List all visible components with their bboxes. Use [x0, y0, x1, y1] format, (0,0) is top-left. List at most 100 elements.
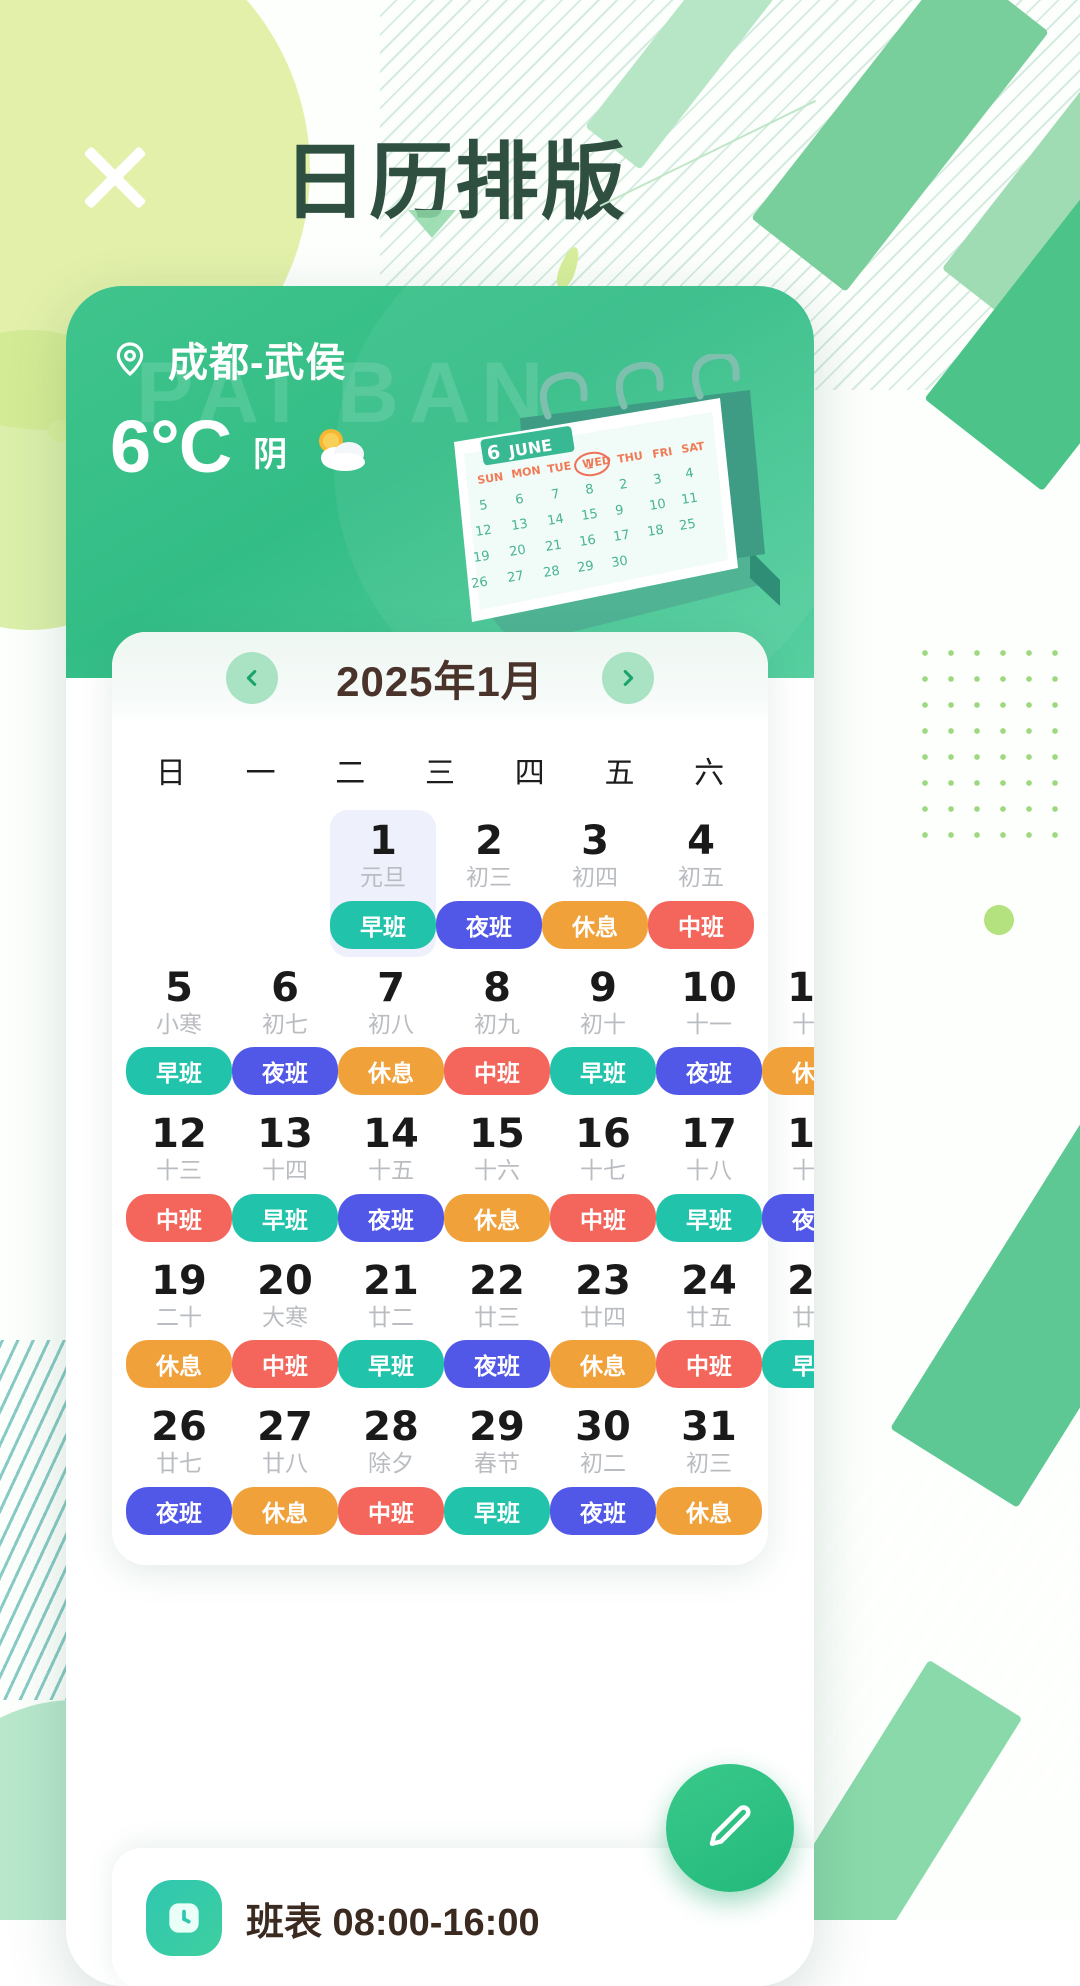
day-number: 31: [681, 1404, 737, 1451]
calendar-day-cell[interactable]: 30 初二 夜班: [550, 1396, 656, 1543]
calendar-day-cell[interactable]: 9 初十 早班: [550, 957, 656, 1104]
svg-text:13: 13: [510, 517, 529, 534]
shift-badge: 早班: [444, 1486, 550, 1535]
svg-text:11: 11: [680, 491, 699, 508]
svg-text:18: 18: [646, 523, 665, 540]
calendar-day-cell[interactable]: 15 十六 休息: [444, 1103, 550, 1250]
calendar-day-cell[interactable]: 13 十四 早班: [232, 1103, 338, 1250]
day-lunar-label: 初九: [474, 1010, 520, 1037]
title-caret-icon: [408, 210, 456, 238]
day-number: 20: [257, 1257, 313, 1304]
weekday-label-1: 一: [245, 757, 276, 790]
weekday-label-0: 日: [155, 757, 186, 790]
calendar-day-cell[interactable]: 28 除夕 中班: [338, 1396, 444, 1543]
shift-badge: 休息: [550, 1340, 656, 1389]
day-number: 25: [787, 1257, 814, 1304]
day-lunar-label: 十七: [580, 1157, 626, 1184]
calendar-day-cell[interactable]: 3 初四 休息: [542, 810, 648, 957]
calendar-week-row: 26 廿七 夜班 27 廿八 休息 28 除夕 中班 29 春节 早班 30 初二 夜班 31 初三 休息: [126, 1396, 762, 1543]
shift-badge: 早班: [330, 900, 436, 949]
calendar-day-cell[interactable]: 24 廿五 中班: [656, 1250, 762, 1397]
day-lunar-label: 十九: [792, 1157, 814, 1184]
location-row: 成都-武侯: [110, 330, 346, 388]
day-number: 7: [377, 964, 405, 1011]
day-number: 16: [575, 1111, 631, 1158]
day-number: 9: [589, 964, 617, 1011]
calendar-day-cell[interactable]: 26 廿七 夜班: [126, 1396, 232, 1543]
calendar-day-cell[interactable]: 31 初三 休息: [656, 1396, 762, 1543]
calendar-week-row: 5小寒早班6初七夜班7初八休息8初九中班9初十早班10十一夜班11十二休息: [126, 957, 814, 1104]
calendar-day-cell[interactable]: 2 初三 夜班: [436, 810, 542, 957]
day-number: 19: [151, 1257, 207, 1304]
day-lunar-label: 初四: [572, 864, 618, 890]
calendar-day-cell[interactable]: 18十九夜班: [762, 1103, 814, 1250]
day-lunar-label: 十一: [686, 1010, 732, 1037]
svg-text:20: 20: [508, 543, 527, 560]
calendar-day-cell[interactable]: 22 廿三 夜班: [444, 1250, 550, 1397]
close-icon[interactable]: [68, 130, 160, 222]
day-number: 21: [363, 1257, 419, 1304]
shift-badge: 中班: [648, 900, 754, 949]
prev-month-button[interactable]: [226, 652, 279, 704]
day-lunar-label: 十八: [686, 1157, 732, 1184]
calendar-day-cell[interactable]: 1 元旦 早班: [330, 810, 436, 957]
calendar-day-cell[interactable]: 16 十七 中班: [550, 1103, 656, 1250]
svg-text:27: 27: [506, 569, 525, 586]
day-lunar-label: 初八: [368, 1010, 414, 1037]
weather-condition-label: 阴: [253, 436, 288, 474]
day-number: 28: [363, 1404, 419, 1451]
svg-text:25: 25: [678, 517, 697, 534]
calendar-day-cell[interactable]: 23 廿四 休息: [550, 1250, 656, 1397]
day-number: 17: [681, 1111, 737, 1158]
shift-badge: 夜班: [126, 1486, 232, 1535]
day-lunar-label: 初十: [580, 1010, 626, 1037]
day-number: 14: [363, 1111, 419, 1158]
day-lunar-label: 二十: [156, 1303, 202, 1330]
day-number: 10: [681, 964, 737, 1011]
calendar-day-cell[interactable]: 25廿六早班: [762, 1250, 814, 1397]
day-number: 1: [369, 818, 397, 864]
calendar-day-cell[interactable]: 19 二十休息: [126, 1250, 232, 1397]
calendar-day-cell[interactable]: 7 初八休息: [338, 957, 444, 1104]
calendar-day-cell[interactable]: 17 十八早班: [656, 1103, 762, 1250]
calendar-day-cell[interactable]: 14 十五 夜班: [338, 1103, 444, 1250]
shift-badge: 早班: [656, 1193, 762, 1242]
day-number: 29: [469, 1404, 525, 1451]
weekday-label-2: 二: [335, 757, 366, 790]
svg-text:17: 17: [612, 528, 631, 545]
shift-badge: 夜班: [762, 1193, 814, 1242]
calendar-card: 2025年1月 日一二三四五六 1 元旦 早班 2 初三 夜班 3 初四 休息 4 初五 中班 5 小寒早…: [112, 632, 814, 1565]
calendar-day-cell[interactable]: 6 初七 夜班: [232, 957, 338, 1104]
calendar-day-cell[interactable]: 5 小寒 早班: [126, 957, 232, 1104]
calendar-day-cell[interactable]: 27 廿八 休息: [232, 1396, 338, 1543]
calendar-month-title: 2025年1月: [336, 657, 544, 705]
shift-badge: 休息: [126, 1340, 232, 1389]
shift-badge: 休息: [444, 1193, 550, 1242]
day-number: 4: [687, 818, 715, 864]
shift-badge: 休息: [338, 1047, 444, 1096]
calendar-day-cell[interactable]: 8 初九 中班: [444, 957, 550, 1104]
calendar-day-cell[interactable]: 21 廿二 早班: [338, 1250, 444, 1397]
calendar-day-cell[interactable]: 29 春节 早班: [444, 1396, 550, 1543]
weather-header: PAI BAN 成都-武侯 6°C 阴 6 JUNE SUN MON TUE W…: [66, 286, 814, 678]
calendar-day-cell[interactable]: 4 初五 中班: [648, 810, 754, 957]
day-number: 8: [483, 964, 511, 1011]
calendar-day-cell[interactable]: 10 十一 夜班: [656, 957, 762, 1104]
calendar-day-cell[interactable]: 20 大寒 中班: [232, 1250, 338, 1397]
weekday-label-4: 四: [514, 757, 545, 790]
day-number: 6: [271, 964, 299, 1011]
shift-badge: 夜班: [232, 1047, 338, 1096]
shift-badge: 夜班: [444, 1340, 550, 1389]
shift-badge: 夜班: [550, 1486, 656, 1535]
next-month-button[interactable]: [601, 652, 654, 704]
day-number: 27: [257, 1404, 313, 1451]
calendar-day-cell[interactable]: 12 十三 中班: [126, 1103, 232, 1250]
svg-text:19: 19: [472, 549, 491, 566]
day-number: 22: [469, 1257, 525, 1304]
day-lunar-label: 廿六: [792, 1303, 814, 1330]
edit-pencil-icon[interactable]: [666, 1764, 794, 1892]
shift-badge: 中班: [656, 1340, 762, 1389]
svg-text:16: 16: [578, 533, 597, 550]
svg-text:14: 14: [546, 512, 565, 529]
calendar-day-cell[interactable]: 11十二休息: [762, 957, 814, 1104]
